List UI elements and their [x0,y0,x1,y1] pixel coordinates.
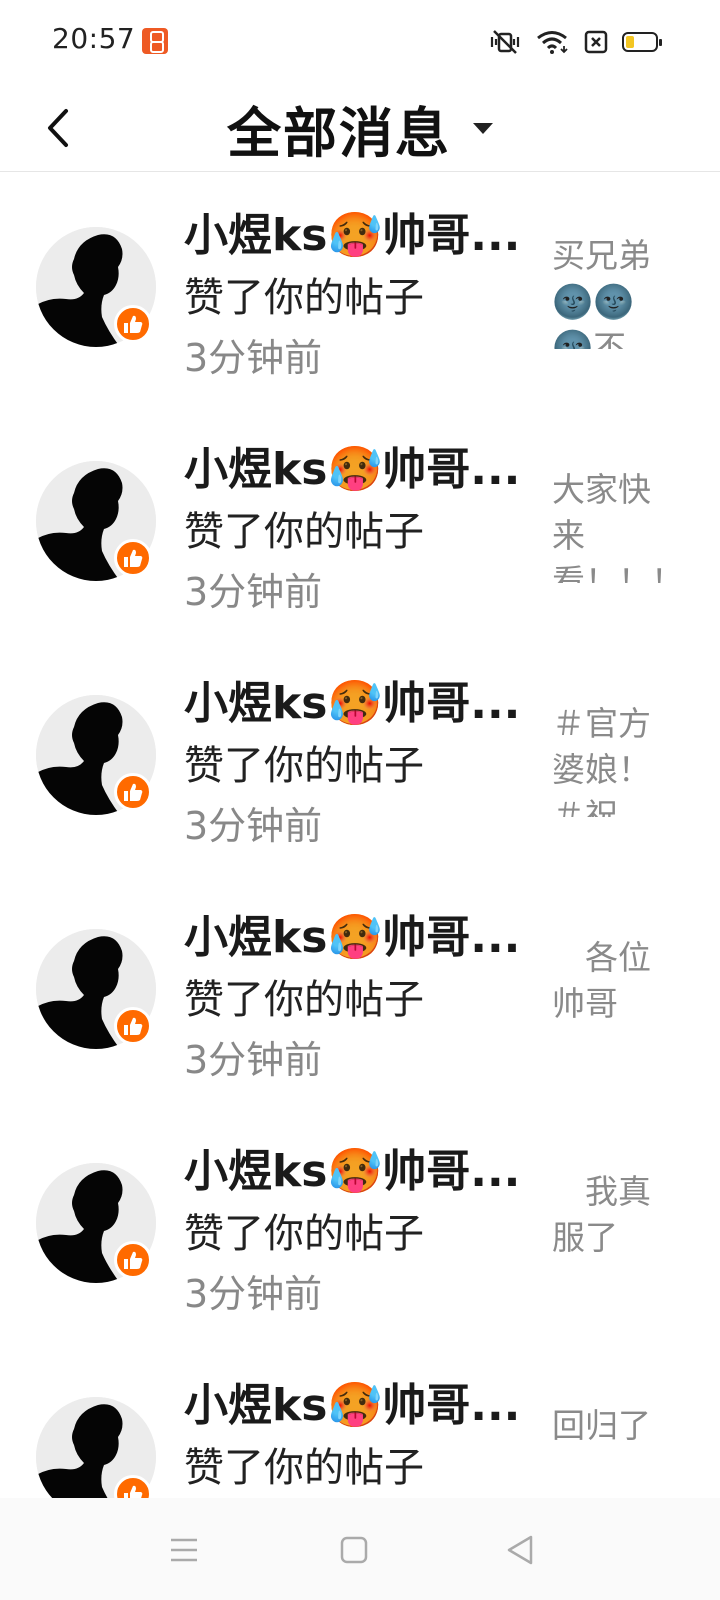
post-preview[interactable]: 买兄弟🌚🌚🌚不 [552,233,664,349]
notification-time: 3分钟前 [184,1272,323,1316]
post-preview[interactable]: 大家快来看！！！ [552,467,664,583]
status-time: 20:57 [52,22,136,55]
notification-row[interactable]: 小煜ks🥵帅哥... 赞了你的帖子 3分钟前 买兄弟🌚🌚🌚不 [0,173,720,407]
notification-action: 赞了你的帖子 [184,275,424,321]
notification-time: 3分钟前 [184,1038,323,1082]
page-title: 全部消息 [227,101,451,165]
status-bar: 20:57 [0,0,720,84]
header: 全部消息 [0,84,720,172]
like-badge [114,1007,152,1045]
sender-name[interactable]: 小煜ks🥵帅哥... [184,433,534,497]
sender-name[interactable]: 小煜ks🥵帅哥... [184,1135,534,1199]
notification-row[interactable]: 小煜ks🥵帅哥... 赞了你的帖子 3分钟前 我真服了 [0,1109,720,1343]
home-square-icon [340,1536,368,1564]
notification-time: 3分钟前 [184,570,323,614]
battery-level [626,36,634,48]
caret-down-icon [473,122,493,134]
notification-time: 3分钟前 [184,804,323,848]
notification-action: 赞了你的帖子 [184,743,424,789]
back-triangle-icon [507,1535,533,1565]
system-nav-bar [0,1498,720,1600]
thumbs-up-icon [124,315,143,333]
notification-row[interactable]: 小煜ks🥵帅哥...赞了你的帖子3分钟前回归了 [0,1343,720,1498]
like-badge [114,539,152,577]
thumbs-up-icon [124,1485,143,1498]
notification-action: 赞了你的帖子 [184,509,424,555]
wifi-icon [537,31,568,54]
post-preview[interactable]: ＃官方婆娘！＃祝 [552,701,664,817]
status-icons [488,28,662,56]
post-preview[interactable]: 各位帅哥 [552,935,664,1051]
notification-action: 赞了你的帖子 [184,1211,424,1257]
post-preview[interactable]: 我真服了 [552,1169,664,1285]
sender-name[interactable]: 小煜ks🥵帅哥... [184,901,534,965]
notification-row[interactable]: 小煜ks🥵帅哥... 赞了你的帖子 3分钟前 各位帅哥 [0,875,720,1109]
thumbs-up-icon [124,1017,143,1035]
sim-icon [584,30,608,54]
thumbs-up-icon [124,1251,143,1269]
notification-list[interactable]: 小煜ks🥵帅哥... 赞了你的帖子 3分钟前 买兄弟🌚🌚🌚不 小煜ks🥵帅哥... 赞了你… [0,173,720,1498]
sender-name[interactable]: 小煜ks🥵帅哥... [184,667,534,731]
battery-icon [622,32,662,52]
sender-name[interactable]: 小煜ks🥵帅哥... [184,1369,534,1433]
notification-action: 赞了你的帖子 [184,977,424,1023]
home-button[interactable] [334,1530,374,1570]
notification-row[interactable]: 小煜ks🥵帅哥... 赞了你的帖子 3分钟前 ＃官方婆娘！＃祝 [0,641,720,875]
notification-time: 3分钟前 [184,336,323,380]
sender-name[interactable]: 小煜ks🥵帅哥... [184,199,534,263]
menu-button[interactable] [164,1530,204,1570]
thumbs-up-icon [124,549,143,567]
title-dropdown[interactable]: 全部消息 [0,84,720,172]
kuaishou-app-icon [142,28,168,54]
back-nav-button[interactable] [500,1530,540,1570]
like-badge [114,305,152,343]
post-preview[interactable]: 回归了 [552,1403,664,1498]
thumbs-up-icon [124,783,143,801]
like-badge [114,1241,152,1279]
notification-row[interactable]: 小煜ks🥵帅哥... 赞了你的帖子 3分钟前 大家快来看！！！ [0,407,720,641]
like-badge [114,773,152,811]
menu-icon [171,1538,197,1562]
vibrate-mute-icon [490,30,520,54]
notification-action: 赞了你的帖子 [184,1445,424,1491]
